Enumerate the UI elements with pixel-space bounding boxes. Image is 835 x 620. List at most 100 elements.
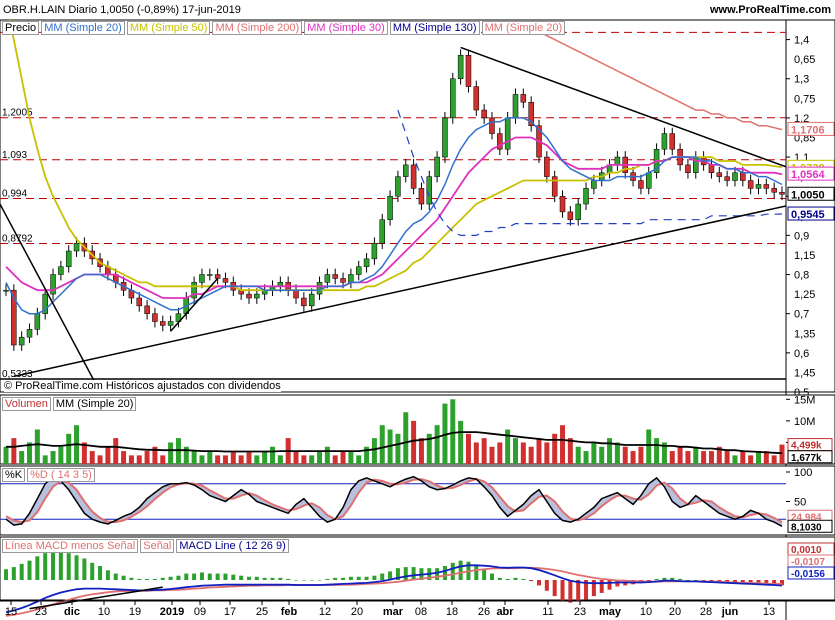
macd-histogram-bar: [513, 577, 518, 580]
candle-body: [324, 274, 331, 283]
volume-bar: [403, 412, 409, 464]
volume-bar: [222, 455, 228, 464]
legend-sma20b[interactable]: MM (Simple 20): [481, 21, 566, 35]
candle-body: [222, 278, 229, 283]
macd-histogram-bar: [576, 580, 581, 602]
volume-bar: [771, 455, 777, 464]
price-chart-svg[interactable]: 0,51,450,61,350,71,250,81,150,91,0510,95…: [0, 0, 835, 620]
vol-badge-label: 1,677k: [791, 453, 822, 464]
volume-bar: [755, 451, 761, 464]
candle-body: [144, 305, 150, 314]
candle-body: [308, 293, 315, 307]
volume-bar: [646, 429, 652, 464]
macd-histogram-bar: [458, 560, 463, 580]
volume-bar: [560, 425, 566, 464]
macd-histogram-bar: [270, 577, 275, 580]
vol-badge-label: 4,499k: [791, 441, 822, 452]
date-tick-label: jun: [721, 606, 739, 618]
macd-histogram-bar: [19, 563, 24, 580]
date-tick-label: 23: [574, 606, 586, 618]
legend-sma130[interactable]: MM (Simple 130): [389, 21, 480, 35]
volume-bar: [58, 446, 64, 464]
candle-body: [332, 274, 338, 279]
macd-histogram-bar: [145, 578, 150, 580]
legend-macd-line[interactable]: MACD Line ( 12 26 9): [176, 539, 289, 553]
candle-body: [755, 184, 762, 189]
legend-sma30[interactable]: MM (Simple 30): [304, 21, 388, 35]
macd-histogram-bar: [341, 577, 346, 580]
candle-body: [465, 54, 472, 87]
macd-histogram-bar: [294, 580, 299, 581]
macd-histogram-bar: [51, 552, 56, 580]
macd-histogram-bar: [678, 578, 683, 580]
date-tick-label: 25: [256, 606, 268, 618]
macd-histogram-bar: [74, 555, 79, 580]
date-tick-label: abr: [496, 606, 514, 618]
date-tick-label: 17: [224, 606, 236, 618]
price-tick-label: 0,7: [794, 309, 809, 321]
candle-body: [371, 242, 378, 260]
stoch-tick-label: 50: [794, 497, 806, 509]
volume-bar: [332, 455, 338, 464]
price-tick-label: 0,8: [794, 270, 809, 282]
macd-histogram-bar: [489, 573, 494, 580]
volume-bar: [97, 455, 103, 464]
macd-histogram-bar: [254, 576, 259, 580]
vol-tick-label: 15M: [794, 394, 815, 406]
volume-bar: [136, 455, 142, 464]
macd-histogram-bar: [333, 577, 338, 580]
legend-sma20[interactable]: MM (Simple 20): [41, 21, 125, 35]
macd-histogram-bar: [4, 569, 8, 580]
macd-histogram-bar: [43, 553, 48, 580]
date-tick-label: 12: [319, 606, 331, 618]
macd-histogram-bar: [184, 573, 189, 580]
volume-bar: [607, 438, 613, 464]
date-tick-label: 23: [35, 606, 47, 618]
legend-volume-sma[interactable]: MM (Simple 20): [52, 397, 137, 411]
macd-histogram-bar: [58, 552, 63, 580]
volume-bar: [693, 446, 699, 464]
macd-histogram-bar: [348, 576, 353, 580]
macd-histogram-bar: [403, 567, 408, 580]
price-badge-label: 1,1706: [791, 124, 825, 136]
volume-bar: [528, 446, 534, 464]
macd-histogram-bar: [450, 562, 455, 580]
candle-body: [379, 219, 385, 244]
candle-body: [669, 133, 676, 150]
legend-sma200[interactable]: MM (Simple 200): [212, 21, 303, 35]
macd-histogram-bar: [239, 575, 244, 580]
macd-histogram-bar: [529, 580, 534, 582]
volume-bar: [575, 446, 581, 464]
macd-histogram-bar: [286, 578, 291, 580]
candle-body: [575, 203, 581, 220]
date-tick-label: 20: [669, 606, 681, 618]
macd-histogram-bar: [160, 577, 165, 580]
legend-macd-hist[interactable]: Línea MACD menos Señal: [2, 539, 139, 553]
candle-body: [559, 195, 566, 213]
hline-label: 0,5333: [2, 369, 33, 380]
volume-bar: [160, 455, 166, 464]
legend-d[interactable]: %D ( 14 3 5): [27, 468, 95, 482]
candle-body: [645, 172, 652, 189]
legend-volume[interactable]: Volumen: [2, 397, 51, 411]
stoch-badge-label: 8,1030: [791, 522, 822, 533]
volume-bar: [191, 451, 197, 464]
candle-body: [442, 117, 448, 158]
legend-k[interactable]: %K: [2, 468, 26, 482]
volume-bar: [599, 446, 605, 464]
legend-sma50[interactable]: MM (Simple 50): [126, 21, 211, 35]
macd-histogram-bar: [552, 580, 557, 597]
volume-bar: [748, 455, 754, 464]
legend-signal[interactable]: Señal: [140, 539, 175, 553]
candle-body: [457, 54, 464, 79]
candle-body: [489, 117, 495, 134]
volume-bar: [254, 455, 260, 464]
volume-bar: [121, 451, 127, 464]
macd-histogram-bar: [537, 580, 542, 586]
volume-bar: [89, 451, 95, 464]
volume-bar: [489, 446, 495, 464]
date-tick-label: 11: [542, 606, 553, 618]
macd-histogram-bar: [98, 566, 103, 580]
macd-histogram-bar: [317, 580, 322, 581]
legend-price[interactable]: Precio: [2, 21, 40, 35]
